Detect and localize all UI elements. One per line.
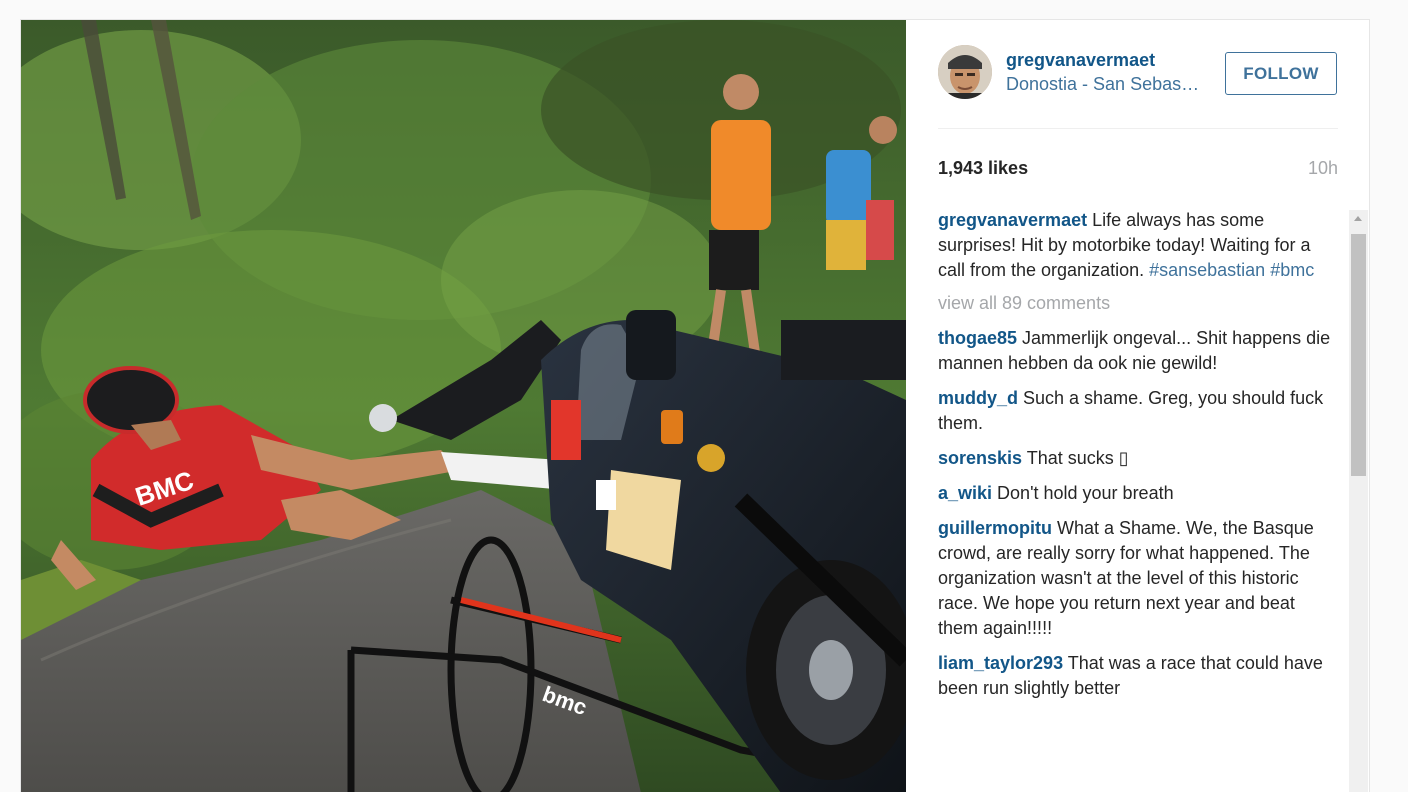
post-author-username[interactable]: gregvanavermaet: [1006, 50, 1155, 71]
post-location-link[interactable]: Donostia - San Sebastián: [1006, 74, 1201, 95]
comment-item: muddy_d Such a shame. Greg, you should f…: [938, 386, 1338, 436]
follow-button[interactable]: FOLLOW: [1225, 52, 1337, 95]
caption-username[interactable]: gregvanavermaet: [938, 210, 1087, 230]
comment-username[interactable]: a_wiki: [938, 483, 992, 503]
comment-item: liam_taylor293 That was a race that coul…: [938, 651, 1338, 701]
comment-text: Don't hold your breath: [992, 483, 1174, 503]
comment-username[interactable]: liam_taylor293: [938, 653, 1063, 673]
post-time[interactable]: 10h: [1308, 158, 1338, 179]
comments-scrollbar[interactable]: [1349, 210, 1368, 792]
scroll-up-arrow-icon[interactable]: [1354, 216, 1362, 221]
post-photo[interactable]: BMC bmc: [21, 20, 906, 792]
scrollbar-thumb[interactable]: [1351, 234, 1366, 476]
comment-item: a_wiki Don't hold your breath: [938, 481, 1338, 506]
comment-text: That sucks ▯: [1022, 448, 1129, 468]
comment-username[interactable]: thogae85: [938, 328, 1017, 348]
avatar[interactable]: [938, 45, 992, 99]
comment-item: thogae85 Jammerlijk ongeval... Shit happ…: [938, 326, 1338, 376]
post-header: gregvanavermaet Donostia - San Sebastián…: [938, 20, 1338, 129]
likes-count[interactable]: 1,943 likes: [938, 158, 1028, 179]
comment-username[interactable]: guillermopitu: [938, 518, 1052, 538]
comment-username[interactable]: muddy_d: [938, 388, 1018, 408]
post-sidebar: gregvanavermaet Donostia - San Sebastián…: [906, 20, 1369, 792]
comments-list: gregvanavermaet Life always has some sur…: [938, 208, 1338, 711]
view-all-comments-link[interactable]: view all 89 comments: [938, 291, 1338, 316]
post-card: BMC bmc gregvanavermaet Donostia - San S…: [20, 19, 1370, 792]
comment-item: guillermopitu What a Shame. We, the Basq…: [938, 516, 1338, 641]
avatar-image: [938, 45, 992, 99]
post-image: BMC bmc: [21, 20, 906, 792]
comment-item: sorenskis That sucks ▯: [938, 446, 1338, 471]
post-caption: gregvanavermaet Life always has some sur…: [938, 208, 1338, 283]
comment-username[interactable]: sorenskis: [938, 448, 1022, 468]
hashtag-link[interactable]: #sansebastian: [1149, 260, 1265, 280]
hashtag-link[interactable]: #bmc: [1270, 260, 1314, 280]
